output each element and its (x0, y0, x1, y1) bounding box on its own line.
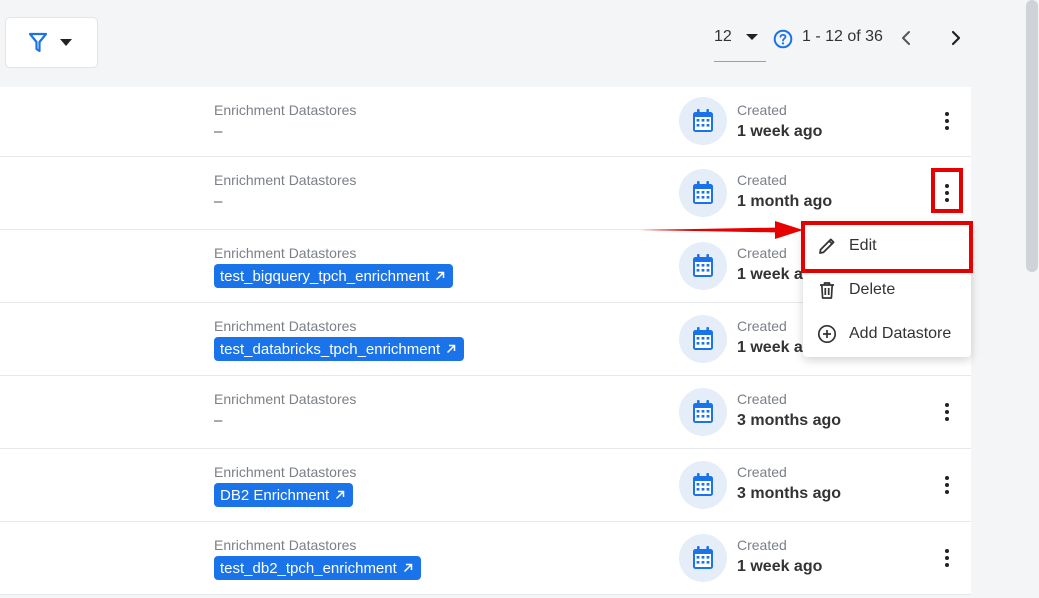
created-label: Created (737, 464, 787, 480)
enrichment-link[interactable]: DB2 Enrichment (214, 483, 354, 507)
caret-down-icon (60, 38, 72, 46)
enrichment-label: Enrichment Datastores (214, 537, 357, 553)
created-label: Created (737, 102, 787, 118)
enrichment-link-label: test_db2_tpch_enrichment (220, 559, 397, 577)
calendar-icon (679, 169, 727, 217)
list-item: Enrichment Datastores test_db2_tpch_enri… (0, 522, 971, 595)
chevron-right-icon[interactable] (948, 28, 964, 48)
enrichment-value: – (214, 193, 223, 210)
caret-down-icon (746, 34, 758, 40)
calendar-icon (679, 315, 727, 363)
calendar-icon (679, 97, 727, 145)
help-circle-icon[interactable] (773, 29, 793, 49)
created-label: Created (737, 537, 787, 553)
created-label: Created (737, 318, 787, 334)
menu-item-add-datastore[interactable]: Add Datastore (803, 312, 971, 356)
enrichment-link[interactable]: test_bigquery_tpch_enrichment (214, 264, 454, 288)
enrichment-label: Enrichment Datastores (214, 102, 357, 118)
enrichment-label: Enrichment Datastores (214, 391, 357, 407)
more-options-icon[interactable] (937, 107, 957, 135)
enrichment-link-label: test_bigquery_tpch_enrichment (220, 267, 430, 285)
enrichment-link-label: DB2 Enrichment (220, 486, 330, 504)
pagination-range: 1 - 12 of 36 (802, 28, 883, 45)
per-page-value: 12 (714, 28, 732, 45)
external-link-icon (436, 271, 445, 281)
menu-item-delete[interactable]: Delete (803, 268, 971, 312)
created-value: 1 month ago (737, 193, 833, 210)
created-label: Created (737, 391, 787, 407)
menu-item-label: Edit (849, 237, 877, 254)
filter-button[interactable] (5, 17, 98, 68)
enrichment-value: – (214, 412, 223, 429)
created-value: 1 week ago (737, 558, 823, 575)
menu-item-edit[interactable]: Edit (803, 224, 971, 268)
trash-icon (820, 282, 834, 299)
calendar-icon (679, 388, 727, 436)
calendar-icon (679, 242, 727, 290)
list-item: Enrichment Datastores – Created 3 months… (0, 376, 971, 449)
pencil-icon (819, 238, 835, 254)
external-link-icon (336, 490, 345, 500)
created-label: Created (737, 172, 787, 188)
calendar-icon (679, 534, 727, 582)
enrichment-label: Enrichment Datastores (214, 318, 357, 334)
created-value: 1 week ago (737, 123, 823, 140)
enrichment-label: Enrichment Datastores (214, 172, 357, 188)
more-options-icon[interactable] (937, 471, 957, 499)
created-label: Created (737, 245, 787, 261)
enrichment-link[interactable]: test_databricks_tpch_enrichment (214, 337, 465, 361)
filter-funnel-icon (28, 32, 48, 52)
menu-item-label: Add Datastore (849, 325, 952, 342)
created-value: 3 months ago (737, 485, 842, 502)
more-options-icon[interactable] (937, 179, 957, 207)
scrollbar-thumb[interactable] (1026, 0, 1038, 272)
chevron-left-icon[interactable] (898, 28, 914, 48)
calendar-icon (679, 461, 727, 509)
external-link-icon (447, 344, 456, 354)
menu-item-label: Delete (849, 281, 896, 298)
enrichment-label: Enrichment Datastores (214, 464, 357, 480)
list-item: Enrichment Datastores – Created 1 week a… (0, 87, 971, 157)
external-link-icon (403, 563, 413, 573)
context-menu: Edit Delete Add Datastore (803, 222, 971, 357)
enrichment-value: – (214, 123, 223, 140)
plus-circle-icon (817, 324, 837, 344)
created-value: 3 months ago (737, 412, 842, 429)
enrichment-link-label: test_databricks_tpch_enrichment (220, 340, 441, 358)
enrichment-link[interactable]: test_db2_tpch_enrichment (214, 556, 421, 580)
per-page-select[interactable]: 12 (714, 24, 766, 62)
list-item: Enrichment Datastores – Created 1 month … (0, 157, 971, 230)
list-item: Enrichment Datastores DB2 Enrichment Cre… (0, 449, 971, 522)
enrichment-label: Enrichment Datastores (214, 245, 357, 261)
more-options-icon[interactable] (937, 398, 957, 426)
more-options-icon[interactable] (937, 544, 957, 572)
